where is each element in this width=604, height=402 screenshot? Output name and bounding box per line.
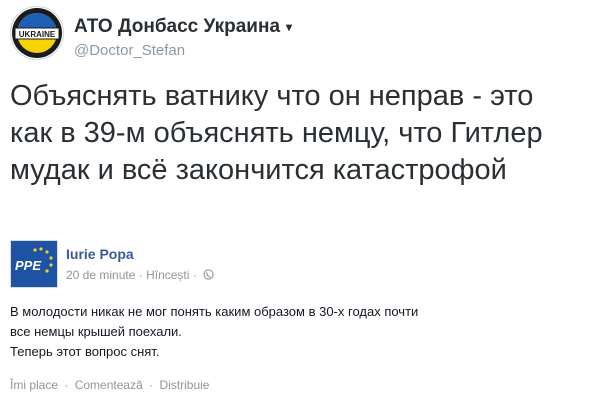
separator: · [192,268,197,282]
fb-text-line: В молодости никак не мог понять каким об… [10,304,419,319]
like-link[interactable]: Îmi place [10,378,58,392]
tweet-handle[interactable]: @Doctor_Stefan [74,42,185,59]
fb-actions: Îmi place · Comentează · Distribuie [10,378,209,392]
globe-icon[interactable] [203,269,214,283]
tweet-author-name[interactable]: АТО Донбасс Украина ▾ [74,16,292,38]
fb-timestamp[interactable]: 20 de minute [66,268,135,282]
facebook-post: PPE Iurie Popa 20 de minute · Hîncești ·… [10,236,594,396]
fb-text-line: все немцы крышей поехали. [10,324,182,339]
tweet-text: Объяснять ватнику что он неправ - это ка… [10,78,600,189]
tweet-avatar[interactable]: UKRAINE [10,6,64,60]
share-link[interactable]: Distribuie [159,378,209,392]
fb-avatar-text: PPE [15,258,41,273]
separator: · [64,378,69,392]
dropdown-icon[interactable]: ▾ [286,20,292,34]
tweet-text-line: Объяснять ватнику что он неправ - это [10,80,534,112]
fb-text-line: Теперь этот вопрос снят. [10,344,160,359]
tweet-text-line: как в 39-м объяснять немцу, что Гитлер [10,117,543,149]
fb-post-meta: 20 de minute · Hîncești · [66,268,214,283]
comment-link[interactable]: Comentează [75,378,143,392]
ppe-logo-icon: PPE [11,241,57,287]
avatar-text: UKRAINE [19,30,56,39]
tweet-header: UKRAINE АТО Донбасс Украина ▾ @Doctor_Ste… [10,6,594,62]
fb-location[interactable]: Hîncești [146,268,189,282]
avatar-emblem-icon: UKRAINE [12,8,62,58]
separator: · [138,268,143,282]
separator: · [149,378,154,392]
tweet-text-line: мудак и всё закончится катастрофой [10,154,507,186]
fb-author-name[interactable]: Iurie Popa [66,246,134,262]
fb-post-text: В молодости никак не мог понять каким об… [10,302,594,362]
tweet-author-name-label: АТО Донбасс Украина [74,16,281,37]
fb-avatar[interactable]: PPE [10,240,58,288]
